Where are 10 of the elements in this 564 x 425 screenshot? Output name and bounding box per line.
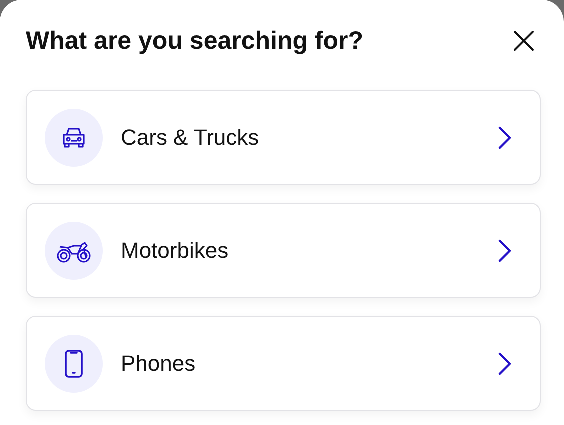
- chevron-right-icon: [498, 238, 512, 262]
- close-button[interactable]: [512, 29, 536, 53]
- category-option[interactable]: Phones: [26, 316, 541, 411]
- dialog-title: What are you searching for?: [26, 26, 364, 56]
- chevron-right-icon: [498, 126, 512, 150]
- chevron-right-icon: [498, 352, 512, 376]
- category-option[interactable]: Motorbikes: [26, 203, 541, 298]
- close-icon: [513, 30, 535, 52]
- phone-icon: [64, 348, 84, 378]
- category-option[interactable]: Cars & Trucks: [26, 90, 541, 185]
